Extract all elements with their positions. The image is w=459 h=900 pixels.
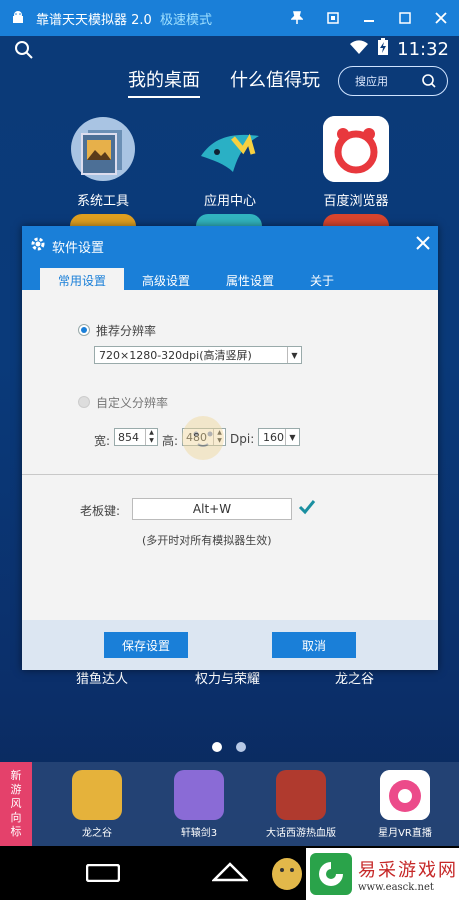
dialog-title: 软件设置 — [52, 241, 105, 256]
settings-dialog: 软件设置 常用设置 高级设置 属性设置 关于 推荐分辨率 720×1280-32… — [22, 226, 438, 670]
dpi-label: Dpi: — [230, 432, 255, 446]
app-name: 靠谱天天模拟器 — [36, 12, 128, 28]
dock-app-label: 龙之谷 — [82, 828, 112, 839]
window-title: 靠谱天天模拟器 2.0 极速模式 — [36, 9, 212, 28]
tab-my-desktop[interactable]: 我的桌面 — [128, 66, 200, 98]
divider — [22, 474, 438, 475]
game-icon — [276, 770, 326, 820]
game-icon — [72, 770, 122, 820]
dock-app[interactable]: 星月VR直播 — [360, 770, 450, 839]
minimize-icon[interactable] — [351, 0, 387, 36]
app-label[interactable]: 龙之谷 — [335, 668, 374, 687]
baidu-browser-icon — [323, 116, 389, 182]
site-watermark: 易采游戏网 www.easck.net — [306, 848, 459, 900]
app-label: 应用中心 — [203, 194, 256, 209]
search-icon[interactable] — [14, 40, 34, 64]
page-indicator — [212, 742, 246, 752]
watermark-name: 易采游戏网 — [358, 859, 458, 881]
android-app-icon — [8, 8, 28, 28]
app-label: 系统工具 — [76, 194, 129, 209]
app-label[interactable]: 猎鱼达人 — [76, 668, 128, 687]
boss-key-note: (多开时对所有模拟器生效) — [142, 534, 272, 547]
dock-app[interactable]: 龙之谷 — [52, 770, 142, 839]
mascot-watermark-icon — [180, 408, 226, 462]
dock: 新 游 风 向 标 龙之谷 轩辕剑3 大话西游热血版 星月VR直播 — [0, 762, 459, 846]
game-icon — [174, 770, 224, 820]
boss-key-input[interactable]: Alt+W — [132, 498, 292, 520]
resolution-select[interactable]: 720×1280-320dpi(高清竖屏) ▼ — [94, 346, 302, 364]
chevron-down-icon: ▼ — [287, 347, 301, 363]
pin-icon[interactable] — [279, 0, 315, 36]
app-version: 2.0 — [131, 12, 152, 28]
dock-app-label: 星月VR直播 — [378, 828, 432, 839]
app-baidu-browser[interactable]: 百度浏览器 — [301, 116, 411, 209]
app-label[interactable]: 权力与荣耀 — [195, 668, 260, 687]
tag-char: 标 — [10, 825, 22, 838]
new-games-tag[interactable]: 新 游 风 向 标 — [0, 762, 32, 846]
app-system-tools[interactable]: 系统工具 — [48, 116, 158, 209]
mascot-icon — [270, 852, 304, 896]
recommended-resolution-radio[interactable] — [78, 324, 90, 336]
page-dot[interactable] — [212, 742, 222, 752]
dialog-body: 推荐分辨率 720×1280-320dpi(高清竖屏) ▼ 自定义分辨率 宽: … — [22, 290, 438, 610]
home-icon[interactable] — [210, 862, 250, 886]
height-label: 高: — [162, 434, 179, 448]
recommended-resolution-label: 推荐分辨率 — [96, 324, 157, 338]
tab-worth-playing[interactable]: 什么值得玩 — [230, 66, 320, 98]
vr-live-icon — [380, 770, 430, 820]
stepper-arrows-icon[interactable]: ▲▼ — [145, 429, 157, 445]
chevron-down-icon: ▼ — [285, 429, 299, 445]
dpi-value: 160 — [263, 430, 284, 444]
save-settings-button[interactable]: 保存设置 — [104, 632, 188, 658]
dock-app[interactable]: 大话西游热血版 — [256, 770, 346, 839]
battery-icon — [377, 38, 389, 61]
mode-label: 极速模式 — [159, 12, 212, 28]
gear-icon — [30, 236, 46, 256]
custom-resolution-radio[interactable] — [78, 396, 90, 408]
dpi-select[interactable]: 160 ▼ — [258, 428, 300, 446]
resolution-select-value: 720×1280-320dpi(高清竖屏) — [99, 349, 252, 362]
close-icon[interactable] — [423, 0, 459, 36]
dock-app-label: 轩辕剑3 — [180, 828, 218, 839]
system-tools-icon — [70, 116, 136, 182]
tag-char: 风 — [10, 797, 22, 810]
app-search-box[interactable]: 搜应用 — [338, 66, 448, 96]
tab-property-settings[interactable]: 属性设置 — [208, 268, 292, 292]
search-icon — [421, 73, 437, 92]
tab-advanced-settings[interactable]: 高级设置 — [124, 268, 208, 292]
app-label: 百度浏览器 — [323, 194, 389, 209]
width-stepper[interactable]: 854 ▲ ▼ — [114, 428, 158, 446]
app-search-placeholder: 搜应用 — [355, 75, 388, 88]
dialog-header: 软件设置 常用设置 高级设置 属性设置 关于 — [22, 226, 438, 292]
custom-resolution-label: 自定义分辨率 — [96, 396, 169, 410]
check-icon — [298, 498, 316, 519]
maximize-icon[interactable] — [387, 0, 423, 36]
tab-common-settings[interactable]: 常用设置 — [40, 268, 125, 292]
watermark-url: www.easck.net — [358, 881, 434, 893]
wifi-icon — [349, 39, 369, 60]
tab-about[interactable]: 关于 — [292, 268, 352, 292]
clock: 11:32 — [397, 39, 449, 60]
width-label: 宽: — [94, 434, 111, 448]
watermark-logo — [310, 853, 352, 895]
dock-app-label: 大话西游热血版 — [266, 828, 336, 839]
close-icon[interactable] — [416, 234, 430, 255]
title-bar: 靠谱天天模拟器 2.0 极速模式 — [0, 0, 459, 36]
app-center-icon — [197, 116, 263, 182]
dialog-footer: 保存设置 取消 — [22, 620, 438, 670]
recents-icon[interactable] — [85, 863, 121, 886]
tag-char: 新 — [10, 769, 22, 782]
restore-icon[interactable] — [315, 0, 351, 36]
dock-app[interactable]: 轩辕剑3 — [154, 770, 244, 839]
status-bar: 11:32 — [0, 36, 459, 64]
page-dot[interactable] — [236, 742, 246, 752]
cancel-button[interactable]: 取消 — [272, 632, 356, 658]
width-value: 854 — [118, 430, 139, 444]
app-app-center[interactable]: 应用中心 — [175, 116, 285, 209]
tag-char: 游 — [10, 783, 22, 796]
tag-char: 向 — [10, 811, 22, 824]
boss-key-label: 老板键: — [80, 504, 121, 518]
